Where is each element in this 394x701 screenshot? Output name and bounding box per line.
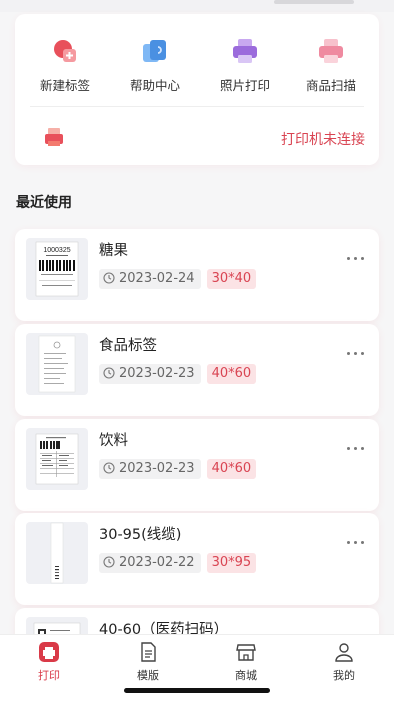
label-meta: 2023-02-23 40*60 — [99, 459, 257, 479]
recent-label-card[interactable]: 饮料 2023-02-23 40*60 — [15, 419, 379, 511]
more-options-icon[interactable] — [347, 257, 365, 263]
label-name: 30-95(线缆) — [99, 527, 182, 543]
printer-status-text: 打印机未连接 — [281, 132, 365, 148]
store-tab-icon — [236, 644, 256, 661]
label-size: 40*60 — [206, 364, 257, 384]
tab-label: 打印 — [38, 669, 60, 682]
more-options-icon[interactable] — [347, 541, 365, 547]
clock-icon — [103, 271, 115, 284]
clock-icon — [103, 555, 115, 568]
date-tag: 2023-02-24 — [99, 269, 201, 289]
recent-section-title: 最近使用 — [16, 195, 72, 211]
label-meta: 2023-02-22 30*95 — [99, 553, 257, 573]
quick-actions-card: 新建标签 帮助中心 照片打印 商品扫描 打印机未连接 — [15, 14, 379, 165]
photo-print-button[interactable]: 照片打印 — [209, 36, 281, 96]
help-center-label: 帮助中心 — [129, 78, 180, 93]
label-date: 2023-02-23 — [119, 366, 195, 381]
recent-label-card[interactable]: 1000325 糖果 2023-02-24 30*40 — [15, 229, 379, 321]
template-tab-icon — [141, 642, 156, 662]
tab-label: 我的 — [333, 669, 355, 682]
label-name: 饮料 — [99, 433, 128, 449]
recent-label-card[interactable]: 30-95(线缆) 2023-02-22 30*95 — [15, 513, 379, 605]
top-strip — [0, 0, 394, 12]
label-thumbnail — [26, 522, 88, 584]
new-label-label: 新建标签 — [39, 78, 90, 93]
label-date: 2023-02-22 — [119, 555, 195, 570]
product-scan-icon — [319, 39, 343, 63]
help-center-button[interactable]: 帮助中心 — [119, 36, 191, 96]
tab-label: 商城 — [235, 669, 257, 682]
divider — [30, 106, 364, 107]
date-tag: 2023-02-22 — [99, 553, 201, 573]
label-date: 2023-02-23 — [119, 461, 195, 476]
photo-print-icon — [233, 39, 257, 63]
label-size: 30*95 — [206, 553, 257, 573]
label-size: 30*40 — [206, 269, 257, 289]
printer-icon — [45, 128, 63, 146]
more-options-icon[interactable] — [347, 352, 365, 358]
label-meta: 2023-02-23 40*60 — [99, 364, 257, 384]
label-meta: 2023-02-24 30*40 — [99, 269, 257, 289]
recent-label-card[interactable]: 食品标签 2023-02-23 40*60 — [15, 324, 379, 416]
label-date: 2023-02-24 — [119, 271, 195, 286]
clock-icon — [103, 461, 115, 474]
print-tab-icon — [39, 642, 59, 662]
clock-icon — [103, 366, 115, 379]
tab-template[interactable]: 模版 — [118, 641, 178, 682]
new-label-button[interactable]: 新建标签 — [29, 36, 101, 96]
product-scan-button[interactable]: 商品扫描 — [295, 36, 367, 96]
printer-status-row[interactable]: 打印机未连接 — [29, 120, 365, 156]
new-label-icon — [54, 40, 76, 62]
photo-print-label: 照片打印 — [219, 78, 270, 93]
label-size: 40*60 — [206, 459, 257, 479]
profile-tab-icon — [335, 643, 353, 662]
label-thumbnail — [26, 428, 88, 490]
label-thumbnail: 1000325 — [26, 238, 88, 300]
tab-store[interactable]: 商城 — [216, 641, 276, 682]
label-name: 食品标签 — [99, 338, 157, 354]
thumb-code: 1000325 — [43, 247, 70, 254]
tab-print[interactable]: 打印 — [19, 641, 79, 682]
tab-profile[interactable]: 我的 — [314, 641, 374, 682]
tab-label: 模版 — [137, 669, 159, 682]
home-indicator — [124, 688, 270, 693]
more-options-icon[interactable] — [347, 447, 365, 453]
label-name: 糖果 — [99, 243, 128, 259]
date-tag: 2023-02-23 — [99, 459, 201, 479]
product-scan-label: 商品扫描 — [305, 78, 356, 93]
help-center-icon — [143, 40, 166, 62]
label-thumbnail — [26, 333, 88, 395]
date-tag: 2023-02-23 — [99, 364, 201, 384]
top-banner-edge — [274, 0, 354, 4]
